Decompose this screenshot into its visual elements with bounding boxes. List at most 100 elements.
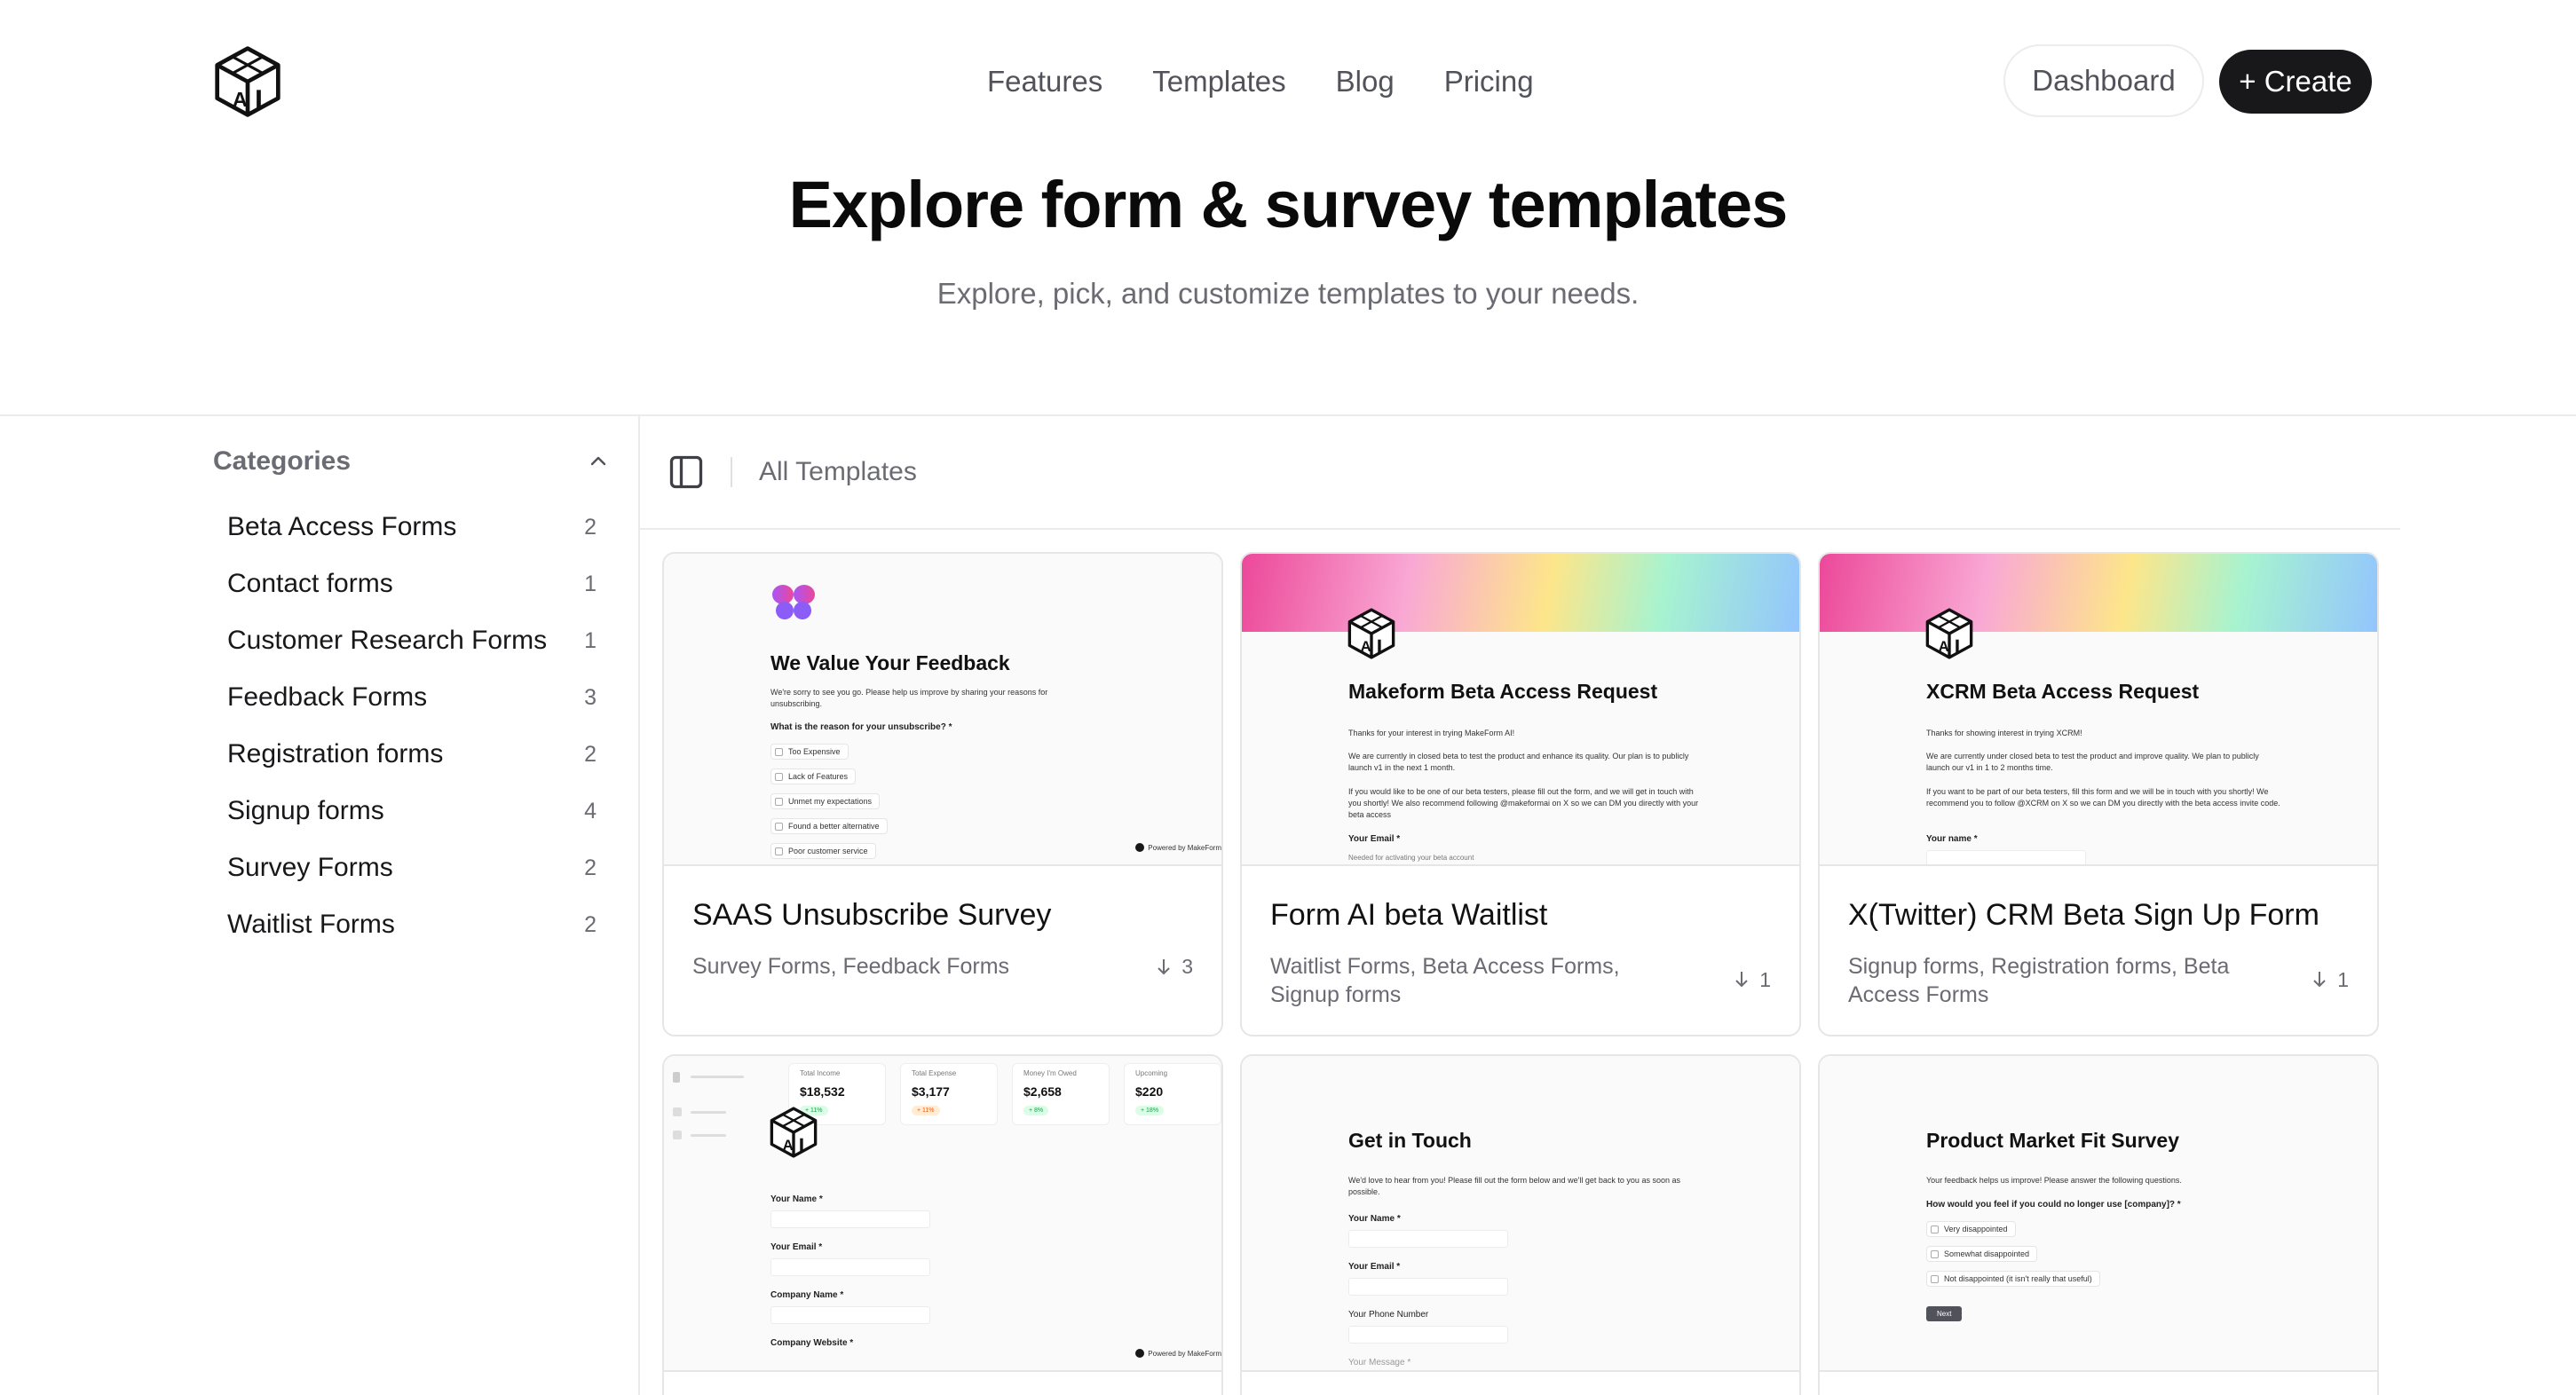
card-meta: Signup forms, Registration forms, Beta A… bbox=[1848, 952, 2349, 1009]
sidebar-toggle-icon[interactable] bbox=[667, 453, 706, 492]
category-label: Waitlist Forms bbox=[227, 910, 395, 939]
category-beta-access-forms[interactable]: Beta Access Forms 2 bbox=[227, 499, 597, 556]
checkbox-icon bbox=[775, 822, 783, 831]
dashboard-button[interactable]: Dashboard bbox=[2003, 44, 2204, 117]
card-meta: Survey Forms, Feedback Forms 3 bbox=[692, 952, 1193, 981]
category-label: Beta Access Forms bbox=[227, 512, 457, 541]
preview-intro: We're sorry to see you go. Please help u… bbox=[770, 688, 1048, 708]
stat-label: Money I'm Owed bbox=[1023, 1069, 1077, 1077]
stat-value: $220 bbox=[1135, 1084, 1164, 1099]
category-contact-forms[interactable]: Contact forms 1 bbox=[227, 556, 597, 612]
preview-field bbox=[1348, 1278, 1508, 1296]
category-count: 2 bbox=[584, 514, 597, 540]
preview-heading: XCRM Beta Access Request bbox=[1926, 680, 2200, 703]
stat-label: Total Expense bbox=[912, 1069, 957, 1077]
preview-option: Somewhat disappointed bbox=[1926, 1246, 2038, 1262]
preview-field-label: Your name * bbox=[1926, 834, 1978, 844]
template-preview: XCRM Beta Access Request Thanks for show… bbox=[1820, 554, 2377, 866]
download-count: 3 bbox=[1155, 955, 1193, 979]
nav-features[interactable]: Features bbox=[987, 62, 1102, 101]
stat-card: Total Expense $3,177 + 11% bbox=[900, 1063, 998, 1125]
preview-text: Thanks for showing interest in trying XC… bbox=[1926, 729, 2082, 737]
stat-chip: + 8% bbox=[1023, 1106, 1049, 1115]
preview-text: Thanks for your interest in trying MakeF… bbox=[1348, 729, 1515, 737]
stat-chip: + 18% bbox=[1135, 1106, 1165, 1115]
preview-field bbox=[1926, 850, 2086, 864]
preview-field-label: Your Name * bbox=[1348, 1214, 1401, 1224]
category-survey-forms[interactable]: Survey Forms 2 bbox=[227, 839, 597, 896]
breadcrumb: All Templates bbox=[759, 457, 917, 486]
makeform-logo-icon bbox=[1347, 608, 1395, 659]
makeform-dot-icon bbox=[1135, 1349, 1145, 1358]
makeform-logo-icon bbox=[770, 1107, 818, 1158]
category-list: Beta Access Forms 2 Contact forms 1 Custom… bbox=[227, 499, 597, 953]
option-label: Somewhat disappointed bbox=[1944, 1249, 2030, 1258]
download-count-value: 3 bbox=[1181, 955, 1193, 978]
create-button[interactable]: + Create bbox=[2219, 50, 2372, 114]
stat-value: $3,177 bbox=[912, 1084, 950, 1099]
card-body: X(Twitter) CRM Beta Sign Up Form Signup … bbox=[1820, 866, 2377, 1035]
card-tags: Survey Forms, Feedback Forms bbox=[692, 954, 1010, 979]
toolbar-separator bbox=[731, 457, 732, 487]
card-tags: Signup forms, Registration forms, Beta A… bbox=[1848, 954, 2230, 1007]
powered-by-text: Powered by MakeForm bbox=[1148, 843, 1221, 852]
nav-templates[interactable]: Templates bbox=[1152, 62, 1285, 101]
category-signup-forms[interactable]: Signup forms 4 bbox=[227, 783, 597, 839]
template-card-product-market-fit[interactable]: Product Market Fit Survey Your feedback … bbox=[1818, 1054, 2379, 1395]
preview-intro: Your feedback helps us improve! Please a… bbox=[1926, 1176, 2182, 1185]
checkbox-icon bbox=[775, 772, 783, 781]
sidebar-line bbox=[691, 1076, 744, 1078]
checkbox-icon bbox=[1931, 1225, 1939, 1233]
card-title: SAAS Unsubscribe Survey bbox=[692, 898, 1052, 932]
template-card-form-ai-beta-waitlist[interactable]: Makeform Beta Access Request Thanks for … bbox=[1240, 552, 1801, 1036]
powered-by-badge: Powered by MakeForm bbox=[1135, 843, 1221, 852]
option-label: Very disappointed bbox=[1944, 1225, 2008, 1233]
nav-blog[interactable]: Blog bbox=[1336, 62, 1395, 101]
template-card-company-contact[interactable]: Total Income $18,532 + 11% Total Expense $3… bbox=[662, 1054, 1223, 1395]
category-count: 1 bbox=[584, 627, 597, 653]
category-count: 2 bbox=[584, 911, 597, 937]
preview-field-hint: Needed for activating your beta account bbox=[1348, 854, 1474, 862]
makeform-logo-icon bbox=[1925, 608, 1973, 659]
option-label: Found a better alternative bbox=[788, 822, 880, 831]
preview-field-label: Your Name * bbox=[770, 1194, 823, 1204]
category-registration-forms[interactable]: Registration forms 2 bbox=[227, 726, 597, 783]
card-meta: Waitlist Forms, Beta Access Forms, Signu… bbox=[1270, 952, 1771, 1009]
preview-option: Too Expensive bbox=[770, 744, 849, 760]
template-preview: Makeform Beta Access Request Thanks for … bbox=[1242, 554, 1799, 866]
chevron-up-icon[interactable] bbox=[588, 451, 609, 472]
categories-header[interactable]: Categories bbox=[213, 446, 609, 477]
checkbox-icon bbox=[1931, 1249, 1939, 1258]
template-card-saas-unsubscribe[interactable]: We Value Your Feedback We're sorry to se… bbox=[662, 552, 1223, 1036]
hero-divider bbox=[0, 414, 2576, 416]
preview-field-label: Your Phone Number bbox=[1348, 1310, 1429, 1320]
butterfly-logo-icon bbox=[772, 585, 815, 619]
preview-field bbox=[770, 1210, 930, 1228]
powered-by-text: Powered by MakeForm bbox=[1148, 1349, 1221, 1358]
makeform-logo[interactable] bbox=[213, 44, 282, 119]
template-card-xcrm-beta-signup[interactable]: XCRM Beta Access Request Thanks for show… bbox=[1818, 552, 2379, 1036]
nav-pricing[interactable]: Pricing bbox=[1444, 62, 1534, 101]
category-customer-research-forms[interactable]: Customer Research Forms 1 bbox=[227, 612, 597, 669]
categories-heading: Categories bbox=[213, 446, 352, 476]
option-label: Lack of Features bbox=[788, 772, 849, 781]
preview-field-label: Your Message * bbox=[1348, 1358, 1411, 1367]
preview-heading: Product Market Fit Survey bbox=[1926, 1129, 2180, 1152]
category-waitlist-forms[interactable]: Waitlist Forms 2 bbox=[227, 896, 597, 953]
preview-next-button: Next bbox=[1926, 1306, 1963, 1321]
template-card-get-in-touch[interactable]: Get in Touch We'd love to hear from you!… bbox=[1240, 1054, 1801, 1395]
preview-option: Found a better alternative bbox=[770, 818, 888, 834]
preview-heading: We Value Your Feedback bbox=[770, 651, 1010, 674]
preview-field-label: Your Email * bbox=[1348, 834, 1401, 844]
gradient-banner bbox=[1820, 554, 2377, 632]
preview-heading: Get in Touch bbox=[1348, 1129, 1472, 1152]
template-preview: Product Market Fit Survey Your feedback … bbox=[1820, 1056, 2377, 1372]
category-feedback-forms[interactable]: Feedback Forms 3 bbox=[227, 669, 597, 726]
preview-field bbox=[1348, 1326, 1508, 1344]
preview-text: If you want to be part of our beta teste… bbox=[1926, 787, 2280, 808]
option-label: Too Expensive bbox=[788, 747, 841, 756]
preview-field-label: Company Name * bbox=[770, 1290, 844, 1300]
preview-question: What is the reason for your unsubscribe?… bbox=[770, 722, 952, 732]
preview-text: We are currently in closed beta to test … bbox=[1348, 752, 1689, 772]
stat-value: $18,532 bbox=[800, 1084, 845, 1099]
